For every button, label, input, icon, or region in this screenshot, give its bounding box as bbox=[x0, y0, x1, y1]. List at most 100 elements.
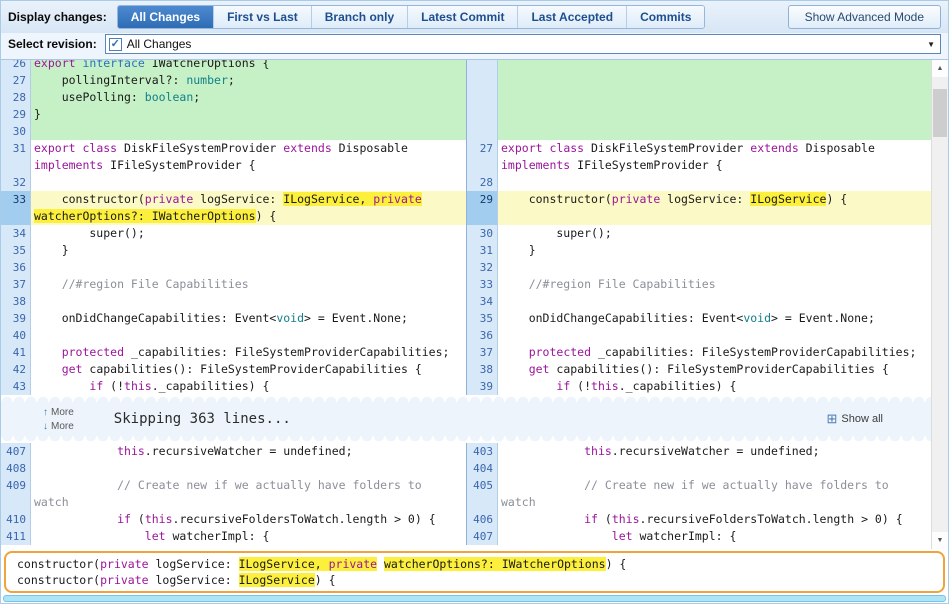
line-number-right bbox=[466, 60, 498, 72]
code-line-right[interactable] bbox=[498, 60, 931, 72]
code-line-right[interactable] bbox=[498, 460, 931, 477]
code-line-right[interactable]: if (this.recursiveFoldersToWatch.length … bbox=[498, 511, 931, 528]
scrollbar-track[interactable] bbox=[932, 77, 948, 532]
tab-first-vs-last[interactable]: First vs Last bbox=[214, 6, 312, 28]
code-line-right[interactable] bbox=[498, 89, 931, 106]
code-token: this bbox=[584, 444, 612, 458]
code-line-right[interactable]: } bbox=[498, 242, 931, 259]
show-advanced-mode-button[interactable]: Show Advanced Mode bbox=[788, 5, 941, 29]
code-line-left[interactable]: if (this.recursiveFoldersToWatch.length … bbox=[31, 511, 466, 528]
code-line-left[interactable]: get capabilities(): FileSystemProviderCa… bbox=[31, 361, 466, 378]
code-line-right[interactable] bbox=[498, 174, 931, 191]
code-line-right[interactable] bbox=[498, 327, 931, 344]
code-line-left[interactable] bbox=[31, 293, 466, 310]
scroll-down-button[interactable]: ▼ bbox=[932, 532, 948, 549]
diff-row: 27 pollingInterval?: number; bbox=[1, 72, 931, 89]
code-line-right[interactable]: onDidChangeCapabilities: Event<void> = E… bbox=[498, 310, 931, 327]
code-line-right[interactable]: super(); bbox=[498, 225, 931, 242]
code-token: class bbox=[82, 141, 117, 155]
line-number-left: 26 bbox=[1, 60, 31, 72]
code-token bbox=[34, 379, 89, 393]
diff-row: 31export class DiskFileSystemProvider ex… bbox=[1, 140, 931, 157]
tab-commits[interactable]: Commits bbox=[627, 6, 704, 28]
code-line-left[interactable]: let watcherImpl: { bbox=[31, 528, 466, 545]
code-line-left[interactable]: export interface IWatcherOptions { bbox=[31, 60, 466, 72]
code-line-left[interactable]: constructor(private logService: ILogServ… bbox=[31, 191, 466, 208]
line-number-left: 33 bbox=[1, 191, 31, 208]
vertical-scrollbar[interactable]: ▲ ▼ bbox=[931, 60, 948, 549]
code-line-right[interactable]: // Create new if we actually have folder… bbox=[498, 477, 931, 494]
code-token: super(); bbox=[34, 226, 145, 240]
code-line-right[interactable] bbox=[498, 106, 931, 123]
code-line-left[interactable]: //#region File Capabilities bbox=[31, 276, 466, 293]
code-line-left[interactable]: // Create new if we actually have folder… bbox=[31, 477, 466, 494]
skipped-lines-text: Skipping 363 lines... bbox=[114, 411, 291, 427]
code-line-right[interactable]: constructor(private logService: ILogServ… bbox=[498, 191, 931, 208]
code-line-right[interactable]: //#region File Capabilities bbox=[498, 276, 931, 293]
code-line-left[interactable]: protected _capabilities: FileSystemProvi… bbox=[31, 344, 466, 361]
code-line-right[interactable]: let watcherImpl: { bbox=[498, 528, 931, 545]
code-token: ; bbox=[228, 73, 235, 87]
revision-combobox[interactable]: ✓ All Changes ▼ bbox=[105, 34, 941, 54]
code-line-left[interactable]: watcherOptions?: IWatcherOptions) { bbox=[31, 208, 466, 225]
code-token: if bbox=[584, 512, 598, 526]
code-line-right[interactable]: if (!this._capabilities) { bbox=[498, 378, 931, 395]
code-token: } bbox=[34, 107, 41, 121]
tab-all-changes[interactable]: All Changes bbox=[118, 6, 214, 28]
code-line-left[interactable]: } bbox=[31, 106, 466, 123]
code-token: watch bbox=[34, 495, 69, 509]
code-line-left[interactable]: pollingInterval?: number; bbox=[31, 72, 466, 89]
revision-checkbox[interactable]: ✓ bbox=[109, 38, 122, 51]
code-token: logService: bbox=[149, 573, 239, 587]
diff-row: 39 onDidChangeCapabilities: Event<void> … bbox=[1, 310, 931, 327]
code-line-left[interactable] bbox=[31, 259, 466, 276]
code-line-right[interactable]: implements IFileSystemProvider { bbox=[498, 157, 931, 174]
code-line-left[interactable] bbox=[31, 327, 466, 344]
revision-selected-value: All Changes bbox=[127, 37, 192, 51]
code-line-left[interactable]: onDidChangeCapabilities: Event<void> = E… bbox=[31, 310, 466, 327]
code-line-left[interactable] bbox=[31, 460, 466, 477]
code-line-left[interactable]: export class DiskFileSystemProvider exte… bbox=[31, 140, 466, 157]
chevron-down-icon[interactable]: ▼ bbox=[922, 40, 940, 49]
code-line-left[interactable]: watch bbox=[31, 494, 466, 511]
code-line-right[interactable]: protected _capabilities: FileSystemProvi… bbox=[498, 344, 931, 361]
horizontal-scrollbar[interactable] bbox=[3, 595, 946, 602]
code-token: IWatcherOptions { bbox=[145, 60, 270, 70]
diff-viewer-window: Display changes: All ChangesFirst vs Las… bbox=[0, 0, 949, 604]
code-line-right[interactable]: watch bbox=[498, 494, 931, 511]
code-line-right[interactable]: export class DiskFileSystemProvider exte… bbox=[498, 140, 931, 157]
code-line-left[interactable] bbox=[31, 174, 466, 191]
code-line-right[interactable] bbox=[498, 72, 931, 89]
code-line-left[interactable]: this.recursiveWatcher = undefined; bbox=[31, 443, 466, 460]
code-line-left[interactable] bbox=[31, 123, 466, 140]
code-token: if bbox=[117, 512, 131, 526]
tab-branch-only[interactable]: Branch only bbox=[312, 6, 408, 28]
code-line-left[interactable]: if (!this._capabilities) { bbox=[31, 378, 466, 395]
code-line-right[interactable] bbox=[498, 208, 931, 225]
code-line-right[interactable] bbox=[498, 123, 931, 140]
code-line-left[interactable]: } bbox=[31, 242, 466, 259]
tab-latest-commit[interactable]: Latest Commit bbox=[408, 6, 518, 28]
code-token: capabilities(): FileSystemProviderCapabi… bbox=[549, 362, 888, 376]
code-line-left[interactable]: implements IFileSystemProvider { bbox=[31, 157, 466, 174]
tab-last-accepted[interactable]: Last Accepted bbox=[518, 6, 627, 28]
code-token: boolean bbox=[145, 90, 193, 104]
code-token bbox=[34, 444, 117, 458]
code-line-right[interactable]: get capabilities(): FileSystemProviderCa… bbox=[498, 361, 931, 378]
code-line-left[interactable]: usePolling: boolean; bbox=[31, 89, 466, 106]
line-number-left: 36 bbox=[1, 259, 31, 276]
more-up-button[interactable]: ↑More bbox=[43, 407, 74, 418]
scroll-up-button[interactable]: ▲ bbox=[932, 60, 948, 77]
scrollbar-thumb[interactable] bbox=[933, 89, 947, 137]
line-number-right bbox=[466, 157, 498, 174]
line-number-right: 405 bbox=[466, 477, 498, 494]
expand-icon: ⊞ bbox=[827, 411, 838, 427]
line-number-right: 37 bbox=[466, 344, 498, 361]
line-number-left: 28 bbox=[1, 89, 31, 106]
code-line-right[interactable] bbox=[498, 259, 931, 276]
code-line-right[interactable]: this.recursiveWatcher = undefined; bbox=[498, 443, 931, 460]
code-line-right[interactable] bbox=[498, 293, 931, 310]
code-line-left[interactable]: super(); bbox=[31, 225, 466, 242]
more-down-button[interactable]: ↓More bbox=[43, 421, 74, 432]
show-all-button[interactable]: ⊞Show all bbox=[827, 411, 883, 427]
